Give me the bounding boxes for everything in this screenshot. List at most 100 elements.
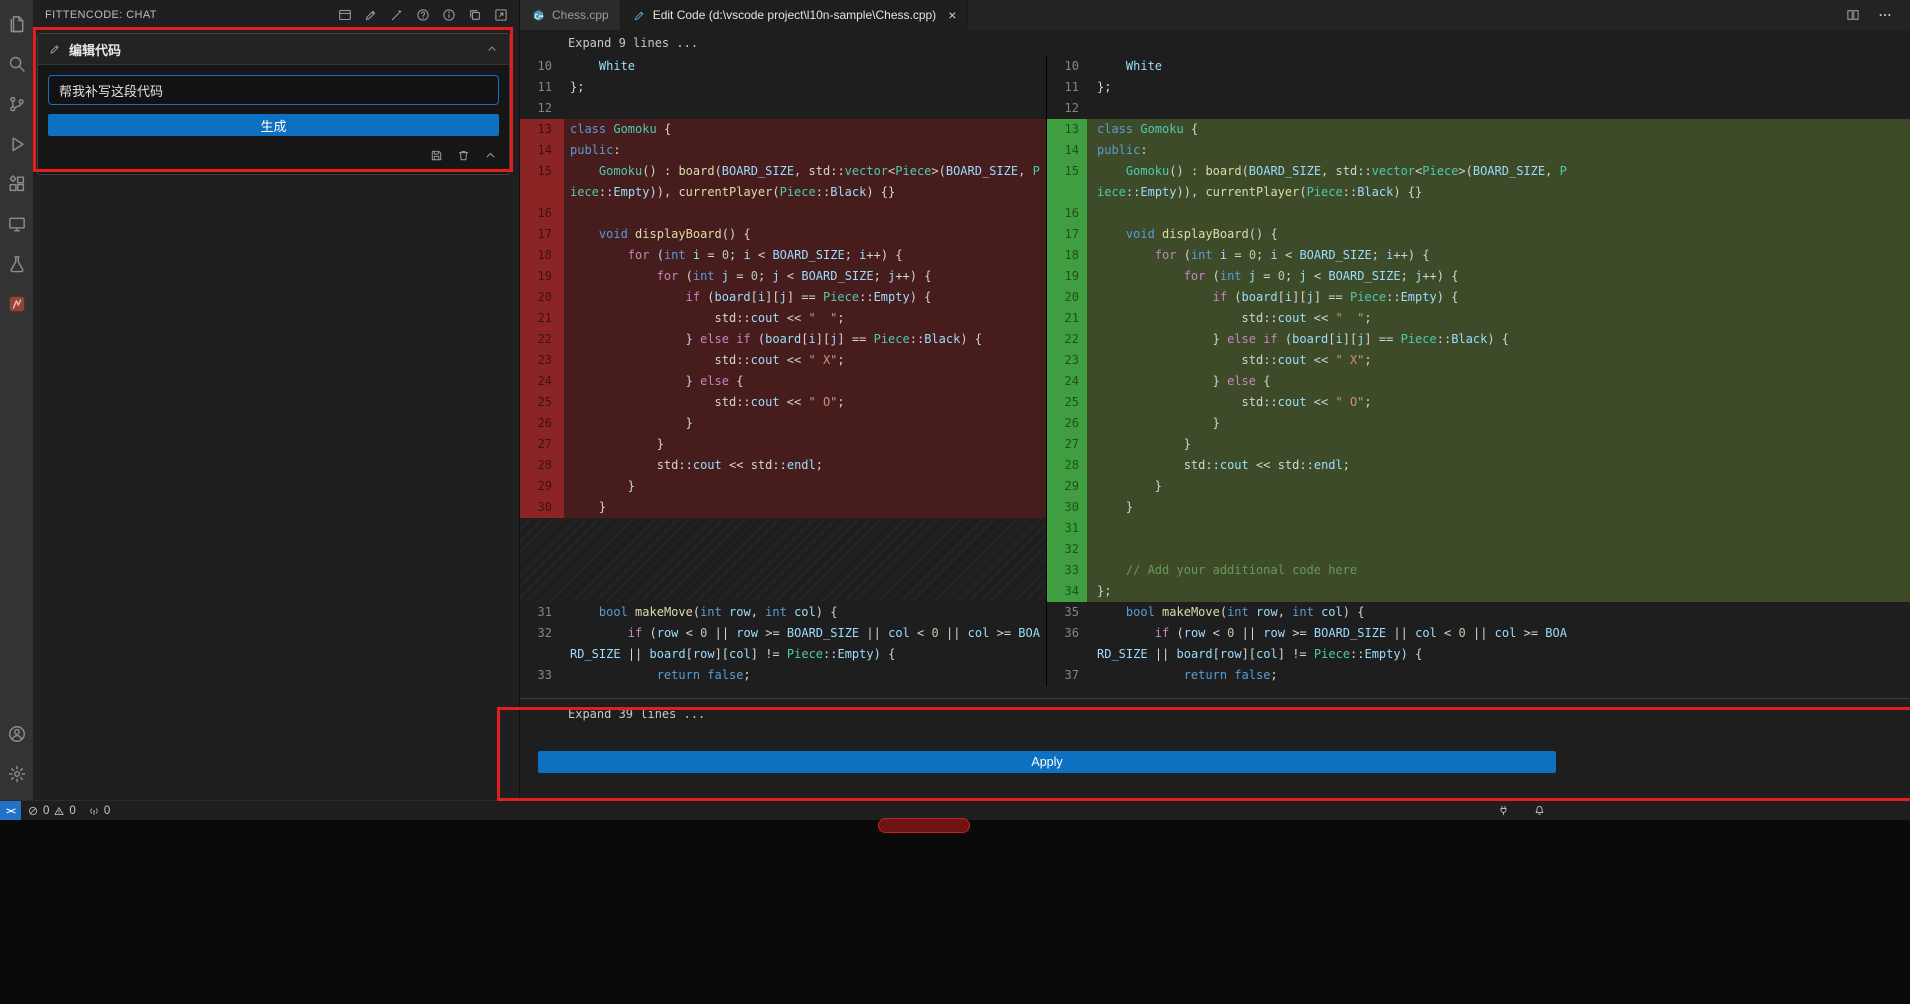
line-number: 23 — [520, 350, 564, 371]
editor-group: Chess.cpp Edit Code (d:\vscode project\l… — [520, 0, 1910, 800]
activity-item-source-control[interactable] — [0, 84, 33, 124]
code-text: public: — [1087, 140, 1574, 161]
panel-title: 编辑代码 — [69, 40, 121, 59]
activity-item-search[interactable] — [0, 44, 33, 84]
sidebar-tool-panel[interactable] — [335, 5, 355, 25]
code-text: White — [1087, 56, 1574, 77]
status-bell[interactable] — [1527, 801, 1552, 820]
ports-indicator[interactable]: 0 — [82, 801, 116, 820]
sidebar-tool-wand[interactable] — [387, 5, 407, 25]
activity-item-explorer[interactable] — [0, 4, 33, 44]
code-line-26: 26 } — [1047, 413, 1910, 434]
expand-lines-top[interactable]: Expand 9 lines ... — [520, 30, 1910, 56]
code-text: } else if (board[i][j] == Piece::Black) … — [1087, 329, 1574, 350]
code-line-22: 22 } else if (board[i][j] == Piece::Blac… — [520, 329, 1046, 350]
sidebar-tool-copy[interactable] — [465, 5, 485, 25]
trash-icon — [456, 148, 471, 163]
code-line-13: 13class Gomoku { — [1047, 119, 1910, 140]
code-line-35: 35 bool makeMove(int row, int col) { — [1047, 602, 1910, 623]
activity-item-account[interactable] — [0, 714, 33, 754]
activity-item-testing[interactable] — [0, 244, 33, 284]
activity-bar — [0, 0, 33, 800]
line-number: 36 — [1047, 623, 1087, 665]
close-tab-icon[interactable]: × — [948, 7, 956, 23]
code-line-29: 29 } — [520, 476, 1046, 497]
editor-action-split[interactable] — [1844, 6, 1862, 24]
code-text: return false; — [564, 665, 1046, 686]
code-line-25: 25 std::cout << " O"; — [1047, 392, 1910, 413]
code-line-23: 23 std::cout << " X"; — [520, 350, 1046, 371]
code-text: for (int i = 0; i < BOARD_SIZE; i++) { — [1087, 245, 1574, 266]
problems-indicator[interactable]: 0 0 — [21, 801, 82, 820]
expand-bottom-label: Expand 39 lines ... — [568, 707, 705, 721]
panel-footer-trash[interactable] — [454, 146, 472, 164]
sidebar-tool-edit[interactable] — [361, 5, 381, 25]
warnings-icon — [53, 805, 65, 817]
expand-lines-bottom[interactable]: Expand 39 lines ... — [520, 701, 1910, 727]
chevron-up-icon — [483, 148, 498, 163]
code-line-21: 21 std::cout << " "; — [520, 308, 1046, 329]
line-number: 20 — [520, 287, 564, 308]
editor-action-more[interactable] — [1876, 6, 1894, 24]
sidebar-tool-help[interactable] — [413, 5, 433, 25]
line-number: 10 — [1047, 56, 1087, 77]
help-icon — [415, 7, 431, 23]
status-bar: >< 0 0 0 — [0, 800, 1910, 820]
activity-item-remote-explorer[interactable] — [0, 204, 33, 244]
panel-footer-save[interactable] — [427, 146, 445, 164]
code-line-30: 30 } — [520, 497, 1046, 518]
code-line-10: 10 White — [1047, 56, 1910, 77]
code-text: } — [1087, 434, 1574, 455]
code-text: if (row < 0 || row >= BOARD_SIZE || col … — [564, 623, 1046, 665]
remote-label: >< — [6, 806, 15, 816]
line-number: 27 — [520, 434, 564, 455]
line-number: 19 — [520, 266, 564, 287]
activity-item-extensions[interactable] — [0, 164, 33, 204]
source-control-icon — [6, 93, 28, 115]
code-line-12: 12 — [520, 98, 1046, 119]
sidebar-tool-open-editor[interactable] — [491, 5, 511, 25]
activity-item-settings[interactable] — [0, 754, 33, 794]
status-plug[interactable] — [1491, 801, 1516, 820]
remote-indicator[interactable]: >< — [0, 801, 21, 820]
edit-code-panel-footer — [38, 136, 509, 174]
code-line-29: 29 } — [1047, 476, 1910, 497]
generate-button[interactable]: 生成 — [48, 114, 499, 136]
code-text — [1087, 518, 1574, 539]
code-text: } — [564, 476, 1046, 497]
line-number: 14 — [520, 140, 564, 161]
line-number: 14 — [1047, 140, 1087, 161]
line-number: 23 — [1047, 350, 1087, 371]
sidebar-tool-info[interactable] — [439, 5, 459, 25]
collapse-chevron-icon[interactable] — [485, 42, 499, 56]
plug-icon — [1497, 804, 1510, 817]
code-line-32: 32 if (row < 0 || row >= BOARD_SIZE || c… — [520, 623, 1046, 665]
code-line-26: 26 } — [520, 413, 1046, 434]
panel-footer-chevron-up[interactable] — [481, 146, 499, 164]
tab-chess-cpp[interactable]: Chess.cpp — [520, 0, 621, 30]
activity-bar-bottom — [0, 714, 33, 794]
code-text: }; — [564, 77, 1046, 98]
prompt-input[interactable] — [48, 75, 499, 105]
tab-edit-code[interactable]: Edit Code (d:\vscode project\l10n-sample… — [621, 0, 969, 30]
code-line-10: 10 White — [520, 56, 1046, 77]
apply-button[interactable]: Apply — [538, 751, 1556, 773]
code-text: } — [564, 497, 1046, 518]
code-line-27: 27 } — [520, 434, 1046, 455]
code-line-36: 36 if (row < 0 || row >= BOARD_SIZE || c… — [1047, 623, 1910, 665]
line-number: 13 — [1047, 119, 1087, 140]
ports-count: 0 — [104, 805, 110, 817]
code-text — [1087, 539, 1574, 560]
activity-item-run-debug[interactable] — [0, 124, 33, 164]
line-number: 26 — [520, 413, 564, 434]
activity-item-fittencode[interactable] — [0, 284, 33, 324]
code-text: Gomoku() : board(BOARD_SIZE, std::vector… — [1087, 161, 1574, 203]
expand-top-label: Expand 9 lines ... — [568, 36, 698, 50]
panel-icon — [337, 7, 353, 23]
errors-count: 0 — [43, 805, 49, 817]
code-text: for (int i = 0; i < BOARD_SIZE; i++) { — [564, 245, 1046, 266]
line-number: 33 — [520, 665, 564, 686]
warnings-count: 0 — [69, 805, 75, 817]
code-text: class Gomoku { — [564, 119, 1046, 140]
line-number: 28 — [520, 455, 564, 476]
